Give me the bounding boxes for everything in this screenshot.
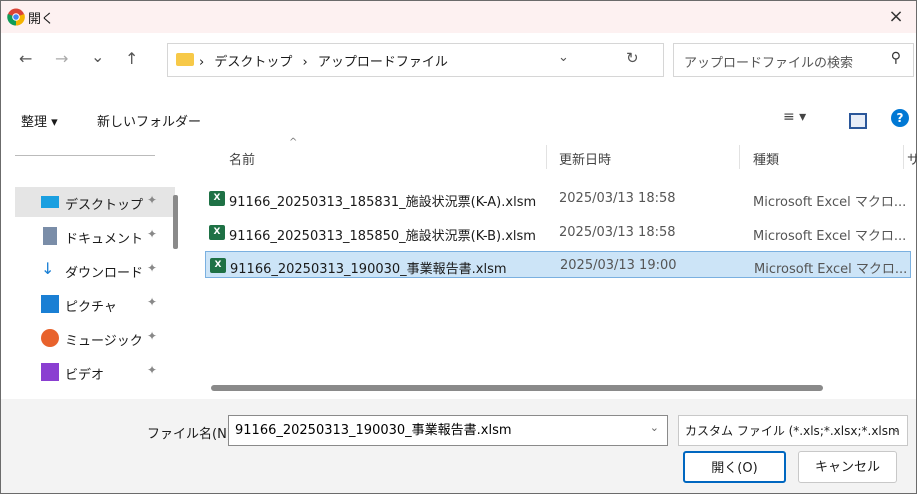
sidebar-item-pictures[interactable]: ピクチャ ✦: [15, 289, 175, 319]
filename-combobox[interactable]: ⌄: [228, 415, 668, 446]
column-header-date[interactable]: 更新日時: [559, 149, 611, 168]
sidebar-scrollbar[interactable]: [173, 195, 178, 249]
pin-icon[interactable]: ✦: [147, 329, 157, 343]
file-list: ^ 名前 更新日時 種類 サ X 91166_20250313_185831_施…: [191, 135, 917, 399]
file-open-dialog: 開く × ← → ⌄ ↑ › デスクトップ › アップロードファイル ⌄ ↻ ア…: [0, 0, 917, 494]
column-divider[interactable]: [739, 145, 740, 169]
excel-file-icon: X: [209, 191, 225, 206]
cancel-button[interactable]: キャンセル: [798, 451, 897, 483]
forward-button[interactable]: →: [55, 49, 68, 68]
breadcrumb: › デスクトップ › アップロードファイル: [199, 51, 454, 70]
open-button[interactable]: 開く(O): [683, 451, 786, 483]
breadcrumb-separator: ›: [199, 55, 205, 70]
divider: [15, 155, 155, 156]
file-date: 2025/03/13 18:58: [559, 191, 676, 206]
sidebar-item-videos[interactable]: ビデオ ✦: [15, 357, 175, 387]
sidebar-item-music[interactable]: ミュージック ✦: [15, 323, 175, 353]
navigation-pane: デスクトップ ✦ ドキュメント ✦ ↓ ダウンロード ✦ ピクチャ ✦ ミュージ…: [1, 135, 191, 399]
horizontal-scrollbar[interactable]: [211, 385, 823, 391]
file-date: 2025/03/13 18:58: [559, 225, 676, 240]
new-folder-button[interactable]: 新しいフォルダー: [97, 111, 201, 130]
sidebar-item-label: ドキュメント: [65, 232, 144, 247]
column-divider[interactable]: [546, 145, 547, 169]
dialog-footer: ファイル名(N): ⌄ カスタム ファイル (*.xls;*.xlsx;*.xl…: [1, 399, 916, 493]
dialog-title: 開く: [28, 12, 55, 27]
file-type: Microsoft Excel マクロ...: [753, 195, 907, 210]
file-name: 91166_20250313_185850_施設状況票(K-B).xlsm: [229, 229, 536, 244]
pin-icon[interactable]: ✦: [147, 193, 157, 207]
sidebar-item-documents[interactable]: ドキュメント ✦: [15, 221, 175, 251]
file-row[interactable]: X 91166_20250313_185831_施設状況票(K-A).xlsm …: [205, 185, 911, 212]
sidebar-item-label: デスクトップ: [65, 198, 144, 213]
column-divider[interactable]: [903, 145, 904, 169]
pin-icon[interactable]: ✦: [147, 295, 157, 309]
sidebar-item-label: ビデオ: [65, 368, 105, 383]
sidebar-item-label: ピクチャ: [65, 300, 117, 315]
filename-label: ファイル名(N):: [147, 427, 237, 442]
filename-input[interactable]: [233, 420, 637, 437]
file-row-selected[interactable]: X 91166_20250313_190030_事業報告書.xlsm 2025/…: [205, 251, 911, 278]
pin-icon[interactable]: ✦: [147, 363, 157, 377]
video-icon: [41, 363, 59, 381]
folder-icon: [176, 53, 194, 66]
sidebar-item-label: ダウンロード: [65, 266, 144, 281]
pin-icon[interactable]: ✦: [147, 227, 157, 241]
view-options-button[interactable]: ≡ ▾: [783, 109, 806, 125]
file-name: 91166_20250313_190030_事業報告書.xlsm: [230, 262, 507, 277]
address-dropdown-button[interactable]: ⌄: [558, 50, 569, 65]
file-name: 91166_20250313_185831_施設状況票(K-A).xlsm: [229, 195, 537, 210]
document-icon: [43, 227, 57, 245]
recent-locations-button[interactable]: ⌄: [91, 47, 104, 66]
file-type: Microsoft Excel マクロ...: [754, 262, 908, 277]
search-icon: ⚲: [890, 50, 901, 66]
file-date: 2025/03/13 19:00: [560, 258, 677, 273]
sidebar-item-desktop[interactable]: デスクトップ ✦: [15, 187, 175, 217]
excel-file-icon: X: [210, 258, 226, 273]
column-header-size[interactable]: サ: [907, 149, 917, 168]
sort-indicator-icon: ^: [289, 137, 298, 148]
help-icon[interactable]: ?: [891, 109, 909, 127]
chevron-down-icon[interactable]: ⌄: [892, 422, 901, 435]
download-icon: ↓: [41, 259, 55, 278]
desktop-icon: [41, 196, 59, 208]
preview-pane-icon[interactable]: [849, 113, 867, 129]
title-bar: 開く ×: [1, 1, 916, 33]
music-icon: [41, 329, 59, 347]
refresh-button[interactable]: ↻: [626, 49, 639, 67]
sidebar-item-downloads[interactable]: ↓ ダウンロード ✦: [15, 255, 175, 285]
search-placeholder: アップロードファイルの検索: [684, 56, 854, 71]
file-type: Microsoft Excel マクロ...: [753, 229, 907, 244]
file-row[interactable]: X 91166_20250313_185850_施設状況票(K-B).xlsm …: [205, 219, 911, 246]
column-header-type[interactable]: 種類: [753, 149, 779, 168]
excel-file-icon: X: [209, 225, 225, 240]
close-button[interactable]: ×: [876, 1, 916, 33]
column-header-name[interactable]: 名前: [229, 149, 255, 168]
chrome-app-icon: [7, 8, 25, 26]
command-toolbar: 整理 ▾ 新しいフォルダー ≡ ▾ ?: [1, 105, 916, 135]
file-type-filter[interactable]: カスタム ファイル (*.xls;*.xlsx;*.xlsm ⌄: [678, 415, 908, 446]
breadcrumb-separator: ›: [302, 55, 308, 70]
back-button[interactable]: ←: [19, 49, 32, 68]
chevron-down-icon[interactable]: ⌄: [650, 421, 659, 434]
pin-icon[interactable]: ✦: [147, 261, 157, 275]
organize-button[interactable]: 整理 ▾: [21, 111, 58, 130]
pictures-icon: [41, 295, 59, 313]
breadcrumb-desktop[interactable]: デスクトップ: [214, 55, 292, 70]
up-button[interactable]: ↑: [125, 49, 138, 68]
search-box[interactable]: アップロードファイルの検索 ⚲: [673, 43, 914, 77]
file-type-filter-label: カスタム ファイル (*.xls;*.xlsx;*.xlsm: [685, 424, 900, 438]
breadcrumb-upload-files[interactable]: アップロードファイル: [318, 55, 448, 70]
sidebar-item-label: ミュージック: [65, 334, 143, 349]
address-bar[interactable]: › デスクトップ › アップロードファイル ⌄ ↻: [167, 43, 664, 77]
